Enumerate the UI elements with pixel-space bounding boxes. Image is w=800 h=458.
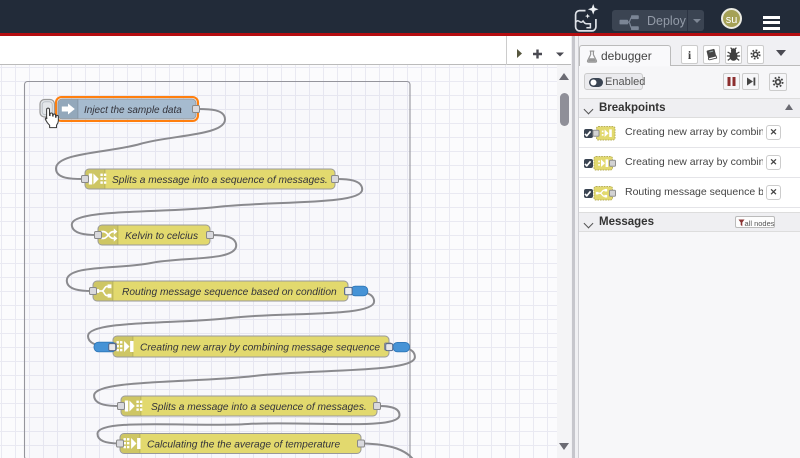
svg-text:Inject the sample data: Inject the sample data xyxy=(84,105,182,116)
svg-text:i: i xyxy=(688,48,692,62)
svg-text:Calculating the the average of: Calculating the the average of temperatu… xyxy=(147,439,340,450)
svg-text:Creating new array by combinin: Creating new array by combining message … xyxy=(140,342,380,353)
svg-text:Splits a message into a sequen: Splits a message into a sequence of mess… xyxy=(151,402,367,413)
svg-text:Kelvin to celcius: Kelvin to celcius xyxy=(125,231,198,242)
svg-text:Routing message sequence based: Routing message sequence based on condit… xyxy=(122,287,337,298)
svg-text:Splits a message into a sequen: Splits a message into a sequence of mess… xyxy=(112,175,328,186)
